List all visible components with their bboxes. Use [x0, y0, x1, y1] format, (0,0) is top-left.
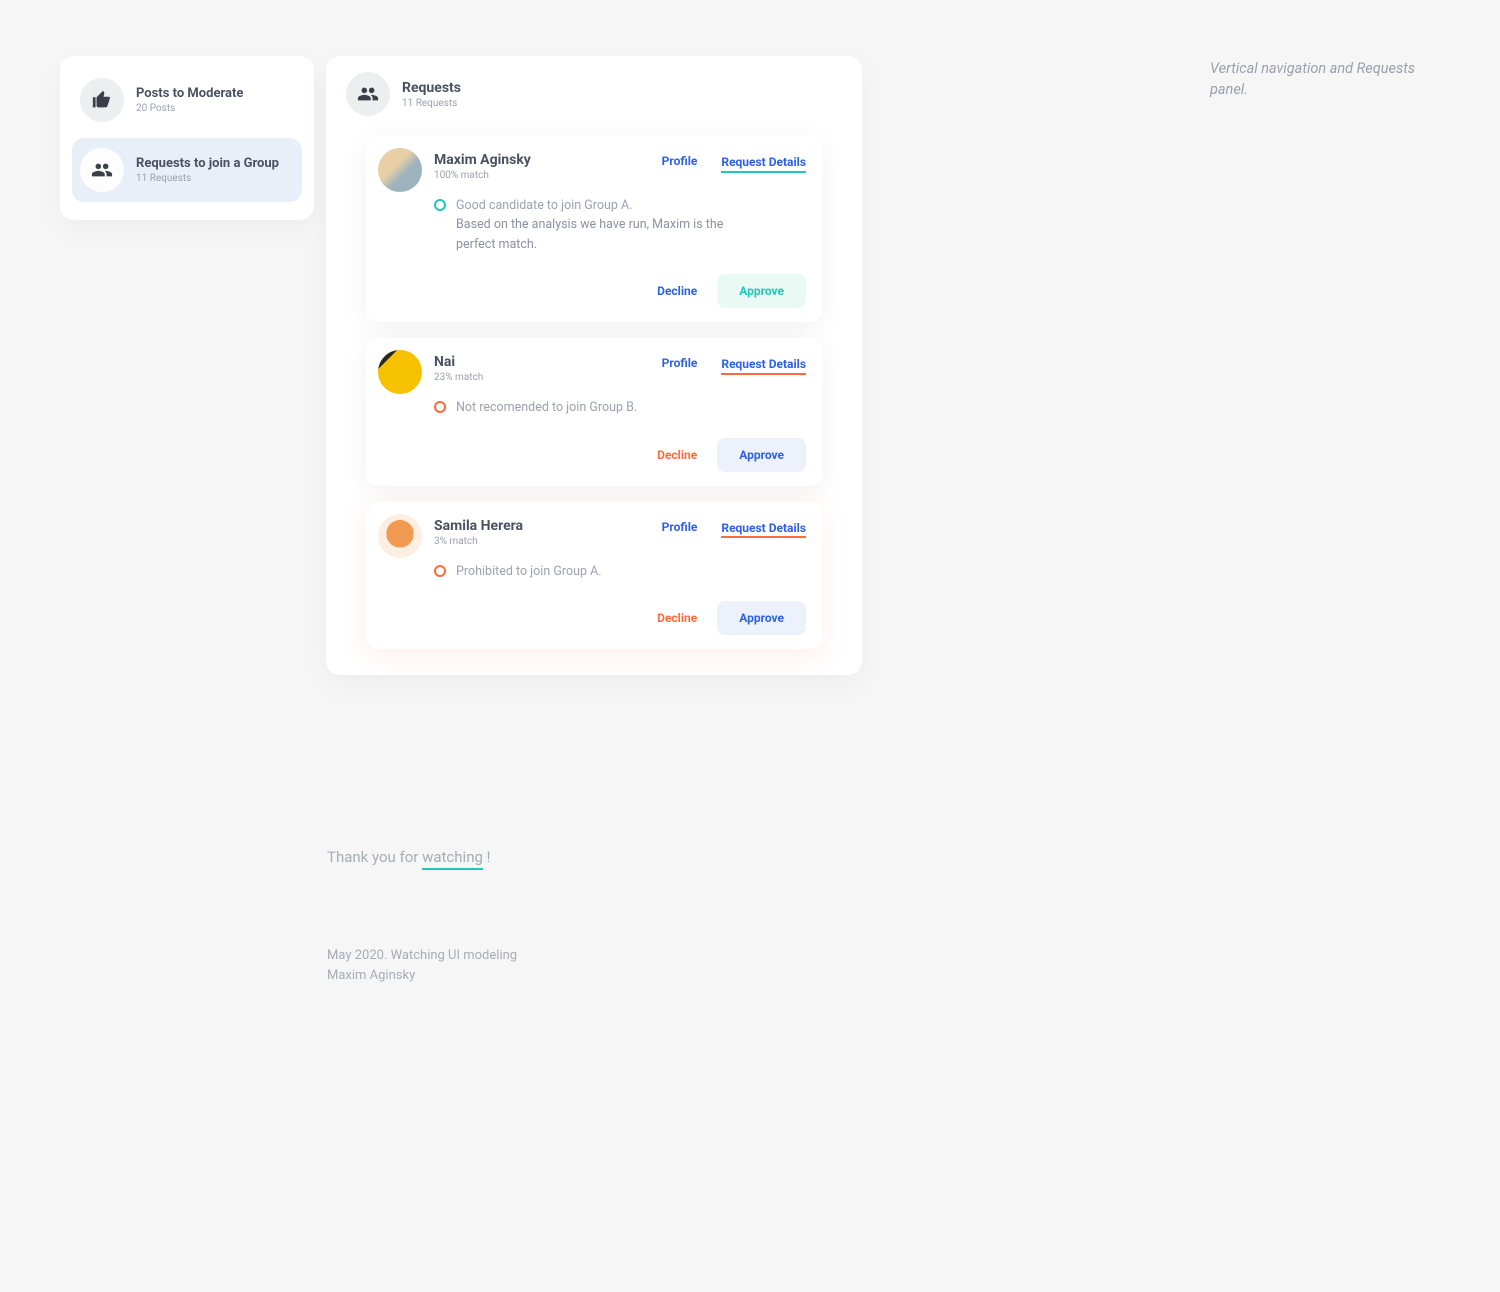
profile-link[interactable]: Profile	[662, 154, 698, 168]
thumbs-icon	[80, 78, 124, 122]
status-circle-icon	[434, 401, 446, 413]
approve-button[interactable]: Approve	[717, 274, 806, 308]
nav-item-posts[interactable]: Posts to Moderate 20 Posts	[72, 68, 302, 132]
decline-button[interactable]: Decline	[651, 601, 703, 635]
nav-item-sub: 20 Posts	[136, 103, 243, 114]
status-circle-icon	[434, 565, 446, 577]
page-annotation: Vertical navigation and Requests panel.	[1210, 58, 1440, 100]
footer: Thank you for watching ! May 2020. Watch…	[327, 848, 517, 985]
sidebar-nav: Posts to Moderate 20 Posts Requests to j…	[60, 56, 314, 220]
nav-item-title: Posts to Moderate	[136, 86, 243, 101]
profile-link[interactable]: Profile	[662, 520, 698, 534]
thank-highlight: watching	[422, 848, 483, 870]
nav-item-requests[interactable]: Requests to join a Group 11 Requests	[72, 138, 302, 202]
panel-sub: 11 Requests	[402, 98, 461, 109]
note-headline: Good candidate to join Group A.	[456, 196, 736, 215]
request-card: Samila Herera 3% match Profile Request D…	[366, 502, 822, 649]
match-percent: 23% match	[434, 372, 650, 383]
people-icon	[80, 148, 124, 192]
people-icon	[346, 72, 390, 116]
person-name: Nai	[434, 354, 650, 370]
approve-button[interactable]: Approve	[717, 601, 806, 635]
approve-button[interactable]: Approve	[717, 438, 806, 472]
request-details-link[interactable]: Request Details	[721, 520, 806, 539]
avatar	[378, 148, 422, 192]
note-body: Based on the analysis we have run, Maxim…	[456, 215, 736, 254]
note-headline: Not recomended to join Group B.	[456, 398, 637, 417]
thank-post: !	[483, 848, 491, 866]
panel-header: Requests 11 Requests	[342, 72, 846, 136]
requests-panel: Requests 11 Requests Maxim Aginsky 100% …	[326, 56, 862, 675]
request-card: Maxim Aginsky 100% match Profile Request…	[366, 136, 822, 322]
nav-item-sub: 11 Requests	[136, 173, 279, 184]
request-details-link[interactable]: Request Details	[721, 154, 806, 173]
request-card: Nai 23% match Profile Request Details No…	[366, 338, 822, 485]
decline-button[interactable]: Decline	[651, 438, 703, 472]
thank-pre: Thank you for	[327, 848, 422, 866]
status-circle-icon	[434, 199, 446, 211]
decline-button[interactable]: Decline	[651, 274, 703, 308]
match-percent: 3% match	[434, 536, 650, 547]
person-name: Maxim Aginsky	[434, 152, 650, 168]
note-headline: Prohibited to join Group A.	[456, 562, 602, 581]
panel-title: Requests	[402, 80, 461, 96]
match-percent: 100% match	[434, 170, 650, 181]
avatar	[378, 514, 422, 558]
avatar	[378, 350, 422, 394]
request-details-link[interactable]: Request Details	[721, 356, 806, 375]
thank-you-line: Thank you for watching !	[327, 848, 517, 866]
nav-item-title: Requests to join a Group	[136, 156, 279, 171]
credit-line: Maxim Aginsky	[327, 966, 517, 986]
person-name: Samila Herera	[434, 518, 650, 534]
credit-line: May 2020. Watching UI modeling	[327, 946, 517, 966]
profile-link[interactable]: Profile	[662, 356, 698, 370]
